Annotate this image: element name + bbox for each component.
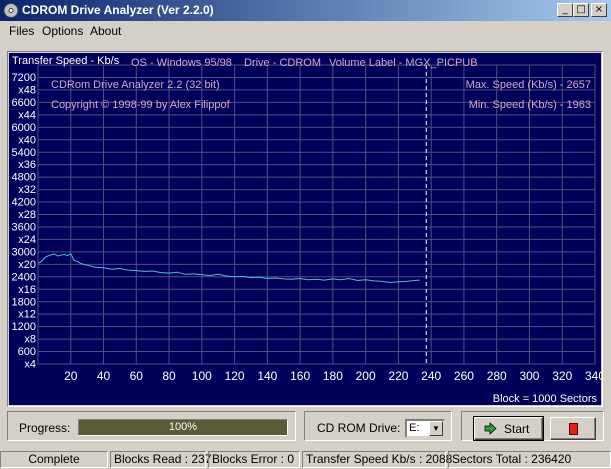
x-tick-label: 300 <box>519 369 539 383</box>
x-axis-label: Block = 1000 Sectors <box>493 393 598 405</box>
min-speed-annotation: Min. Speed (Kb/s) - 1963 <box>469 99 591 111</box>
y-tick-speed-label: 4800 <box>12 172 36 184</box>
y-tick-speed-label: 1200 <box>12 321 36 333</box>
y-tick-multiplier-label: x44 <box>18 109 36 121</box>
product-annotation: CDRom Drive Analyzer 2.2 (32 bit) <box>51 79 220 91</box>
x-tick-label: 200 <box>356 369 376 383</box>
progress-label: Progress: <box>19 421 71 435</box>
title-bar: CDROM Drive Analyzer (Ver 2.2.0) _ □ × <box>0 0 611 21</box>
window-title: CDROM Drive Analyzer (Ver 2.2.0) <box>22 3 214 17</box>
y-tick-speed-label: 5400 <box>12 147 36 159</box>
status-sectors-total: Sectors Total : 236420 <box>448 451 611 468</box>
x-tick-label: 320 <box>552 369 572 383</box>
stop-button[interactable] <box>550 417 596 440</box>
close-button[interactable]: × <box>591 3 607 17</box>
x-tick-label: 220 <box>388 369 408 383</box>
x-tick-label: 240 <box>421 369 441 383</box>
drive-label: CD ROM Drive: <box>317 421 401 435</box>
y-tick-speed-label: 1800 <box>12 296 36 308</box>
x-tick-label: 40 <box>97 369 111 383</box>
y-tick-multiplier-label: x20 <box>18 259 36 271</box>
start-button-label: Start <box>504 422 530 436</box>
menu-options[interactable]: Options <box>42 24 83 38</box>
x-tick-label: 60 <box>130 369 144 383</box>
drive-select-value: E: <box>409 422 420 434</box>
x-tick-label: 260 <box>454 369 474 383</box>
y-axis-label: Transfer Speed - Kb/s <box>12 55 120 67</box>
x-tick-label: 120 <box>225 369 245 383</box>
y-tick-multiplier-label: x40 <box>18 134 36 146</box>
drive-info: Drive - CDROM <box>244 57 321 69</box>
y-tick-multiplier-label: x16 <box>18 284 36 296</box>
y-tick-multiplier-label: x8 <box>24 334 36 346</box>
status-blocks-read: Blocks Read : 237 <box>110 451 211 468</box>
copyright-annotation: Copyright © 1998-99 by Alex Filippof <box>51 99 231 111</box>
start-arrow-icon <box>484 422 497 435</box>
y-tick-speed-label: 6600 <box>12 97 36 109</box>
transfer-speed-chart: 7200x486600x446000x405400x364800x324200x… <box>9 53 601 405</box>
y-tick-speed-label: 2400 <box>12 271 36 283</box>
chevron-down-icon[interactable]: ▼ <box>429 421 443 436</box>
y-tick-multiplier-label: x28 <box>18 209 36 221</box>
x-tick-label: 140 <box>257 369 277 383</box>
max-speed-annotation: Max. Speed (Kb/s) - 2657 <box>466 79 591 91</box>
y-tick-speed-label: 4200 <box>12 197 36 209</box>
x-tick-label: 160 <box>290 369 310 383</box>
progress-text: 100% <box>168 421 198 433</box>
y-tick-multiplier-label: x48 <box>18 84 36 96</box>
menu-files[interactable]: Files <box>9 24 34 38</box>
y-tick-speed-label: 600 <box>18 346 36 358</box>
y-tick-speed-label: 6000 <box>12 122 36 134</box>
status-transfer-speed: Transfer Speed Kb/s : 2088 <box>302 451 452 468</box>
y-tick-speed-label: 3000 <box>12 246 36 258</box>
os-info: OS - Windows 95/98 <box>131 57 232 69</box>
x-tick-label: 100 <box>192 369 212 383</box>
y-tick-speed-label: 3600 <box>12 222 36 234</box>
status-state: Complete <box>0 451 108 468</box>
y-tick-multiplier-label: x36 <box>18 159 36 171</box>
y-tick-multiplier-label: x4 <box>24 359 36 371</box>
y-tick-multiplier-label: x24 <box>18 234 36 246</box>
volume-label-info: Volume Label - MGX_PICPUB <box>329 57 478 69</box>
y-tick-multiplier-label: x12 <box>18 309 36 321</box>
y-tick-speed-label: 7200 <box>12 72 36 84</box>
minimize-button[interactable]: _ <box>557 3 573 17</box>
progress-bar: 100% <box>78 419 288 436</box>
app-cd-icon <box>3 3 19 18</box>
status-blocks-error: Blocks Error : 0 <box>208 451 300 468</box>
x-tick-label: 180 <box>323 369 343 383</box>
y-tick-multiplier-label: x32 <box>18 184 36 196</box>
stop-icon <box>569 423 578 435</box>
x-tick-label: 20 <box>64 369 78 383</box>
menu-about[interactable]: About <box>90 24 121 38</box>
drive-select[interactable]: E: ▼ <box>405 419 445 438</box>
maximize-button[interactable]: □ <box>573 3 589 17</box>
x-tick-label: 280 <box>487 369 507 383</box>
x-tick-label: 80 <box>162 369 176 383</box>
menu-bar: Files Options About <box>0 21 611 40</box>
start-button[interactable]: Start <box>473 416 544 441</box>
x-tick-label: 340 <box>585 369 601 383</box>
